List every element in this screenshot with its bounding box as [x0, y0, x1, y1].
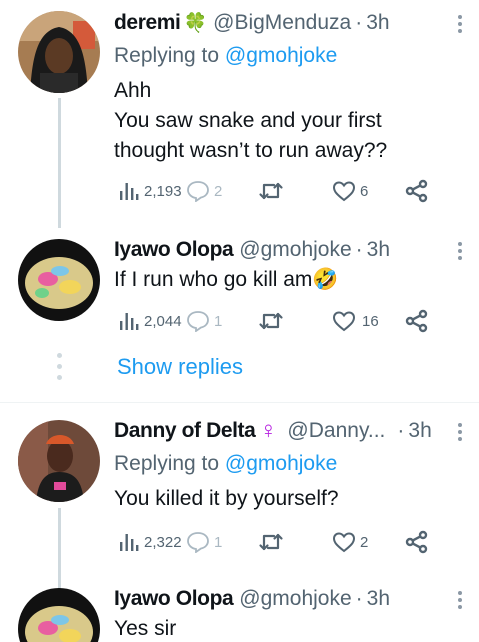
tweet-text-line: You killed it by yourself? [114, 487, 339, 510]
more-icon[interactable] [455, 239, 465, 265]
tweet-header: Iyawo Olopa @gmohjoke · 3h [114, 584, 459, 614]
tweet-header: Iyawo Olopa @gmohjoke · 3h [114, 235, 459, 265]
like-button[interactable]: 6 [332, 180, 368, 202]
action-bar: 2,322 1 2 [114, 528, 444, 556]
avatar-deremi-image [18, 11, 100, 93]
replying-to-label: Replying to [114, 452, 225, 475]
share-icon [405, 179, 428, 203]
views-icon [120, 183, 139, 200]
share-button[interactable] [405, 179, 429, 203]
display-name[interactable]: Danny of Delta [114, 419, 256, 443]
more-icon[interactable] [455, 12, 465, 38]
action-bar: 2,193 2 6 [114, 177, 444, 205]
like-icon [332, 181, 356, 202]
tweet-text-line: You saw snake and your first [114, 109, 382, 132]
views-button[interactable]: 2,044 [118, 310, 182, 332]
reply-icon [187, 181, 209, 202]
tweet-text: You killed it by yourself? [114, 484, 459, 514]
tweet-text-line: If I run who go kill am [114, 268, 313, 291]
avatar-deremi[interactable] [18, 11, 100, 93]
views-button[interactable]: 2,322 [118, 531, 182, 553]
tweet-text-line: Ahh [114, 79, 152, 102]
timestamp[interactable]: 3h [408, 419, 431, 443]
tweet-header: Danny of Delta ♀ @Danny... · 3h [114, 416, 459, 446]
tweet-header: deremi 🍀 @BigMenduza · 3h [114, 8, 459, 38]
more-icon[interactable] [455, 420, 465, 446]
avatar-iyawo-olopa-image [18, 239, 100, 321]
separator-dot: · [355, 11, 363, 34]
views-button[interactable]: 2,193 [118, 180, 182, 202]
display-name[interactable]: Iyawo Olopa [114, 238, 234, 262]
display-name[interactable]: Iyawo Olopa [114, 587, 234, 611]
like-button[interactable]: 2 [332, 531, 368, 553]
retweet-icon [259, 182, 283, 200]
avatar-danny-of-delta[interactable] [18, 420, 100, 502]
user-handle[interactable]: @gmohjoke [239, 238, 351, 262]
views-icon [120, 534, 139, 551]
reply-count: 1 [214, 533, 223, 551]
like-icon [332, 311, 356, 332]
avatar-iyawo-olopa[interactable] [18, 239, 100, 321]
retweet-button[interactable] [258, 310, 284, 332]
thread-line [58, 98, 61, 228]
retweet-icon [259, 533, 283, 551]
separator-dot: · [397, 419, 405, 442]
female-sign-emoji: ♀ [259, 417, 278, 444]
show-replies-link[interactable]: Show replies [117, 354, 243, 380]
views-count: 2,193 [144, 182, 182, 200]
timestamp[interactable]: 3h [366, 11, 389, 35]
like-count: 16 [362, 312, 379, 330]
separator-dot: · [355, 238, 363, 261]
replying-to: Replying to @gmohjoke [114, 41, 459, 71]
more-icon[interactable] [455, 588, 465, 614]
reply-count: 1 [214, 312, 223, 330]
user-handle[interactable]: @BigMenduza [213, 11, 351, 35]
action-bar: 2,044 1 16 [114, 307, 444, 335]
reply-button[interactable]: 2 [186, 180, 222, 202]
reply-count: 2 [214, 182, 223, 200]
reply-icon [187, 311, 209, 332]
user-handle[interactable]: @gmohjoke [239, 587, 351, 611]
tweet-text-line: thought wasn’t to run away?? [114, 139, 388, 162]
tweet-text: Ahh You saw snake and your first thought… [114, 76, 459, 166]
thread-divider [0, 402, 479, 403]
replying-to-handle[interactable]: @gmohjoke [225, 452, 337, 475]
reply-button[interactable]: 1 [186, 310, 222, 332]
views-count: 2,322 [144, 533, 182, 551]
like-count: 6 [360, 182, 369, 200]
views-icon [120, 313, 139, 330]
avatar-danny-image [18, 420, 100, 502]
tweet-text: Yes sir [114, 614, 459, 642]
share-button[interactable] [405, 530, 429, 554]
clover-emoji: 🍀 [183, 13, 208, 34]
retweet-button[interactable] [258, 180, 284, 202]
display-name[interactable]: deremi [114, 11, 181, 35]
retweet-icon [259, 312, 283, 330]
tweet-text: If I run who go kill am🤣 [114, 265, 459, 295]
like-count: 2 [360, 533, 369, 551]
reply-icon [187, 532, 209, 553]
retweet-button[interactable] [258, 531, 284, 553]
share-icon [405, 530, 428, 554]
avatar-iyawo-olopa-image [18, 588, 100, 642]
separator-dot: · [355, 587, 363, 610]
like-icon [332, 532, 356, 553]
replying-to-label: Replying to [114, 44, 225, 67]
share-icon [405, 309, 428, 333]
views-count: 2,044 [144, 312, 182, 330]
replying-to-handle[interactable]: @gmohjoke [225, 44, 337, 67]
timestamp[interactable]: 3h [367, 238, 390, 262]
avatar-iyawo-olopa[interactable] [18, 588, 100, 642]
tweet-text-line: Yes sir [114, 617, 177, 640]
timestamp[interactable]: 3h [367, 587, 390, 611]
user-handle[interactable]: @Danny... [287, 419, 385, 443]
like-button[interactable]: 16 [332, 310, 379, 332]
thread-dots [57, 353, 62, 386]
replying-to: Replying to @gmohjoke [114, 449, 459, 479]
reply-button[interactable]: 1 [186, 531, 222, 553]
share-button[interactable] [405, 309, 429, 333]
laughing-emoji: 🤣 [312, 268, 339, 291]
